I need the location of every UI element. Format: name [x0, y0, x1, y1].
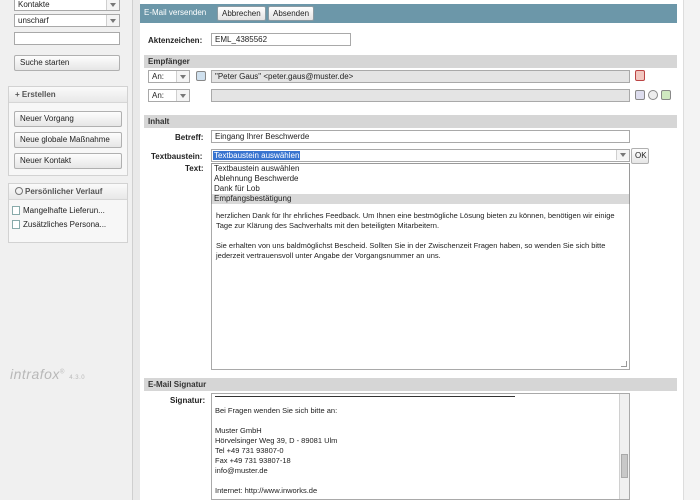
contact-card-icon[interactable] [635, 90, 645, 100]
recipient-type-value: An: [152, 72, 165, 81]
file-number-label: Aktenzeichen: [148, 36, 203, 45]
body-paragraph: Sie erhalten von uns baldmöglichst Besch… [216, 241, 606, 260]
document-icon [12, 220, 20, 229]
signature-label: Signatur: [170, 396, 206, 405]
template-ok-button[interactable]: OK [631, 148, 649, 164]
search-icon[interactable] [648, 90, 658, 100]
filter-mode-value: unscharf [18, 16, 49, 25]
add-recipient-icon[interactable] [661, 90, 671, 100]
recipient-field-empty[interactable] [211, 89, 630, 102]
subject-field[interactable]: Eingang Ihrer Beschwerde [211, 130, 630, 143]
subject-label: Betreff: [175, 133, 204, 142]
chevron-down-icon[interactable] [106, 15, 119, 26]
page-scrollbar[interactable] [683, 0, 700, 500]
chevron-down-icon[interactable] [176, 71, 189, 82]
filter-type-value: Kontakte [18, 0, 50, 9]
new-contact-button[interactable]: Neuer Kontakt [14, 153, 122, 169]
create-header: + Erstellen [9, 87, 127, 103]
signature-textarea[interactable]: Bei Fragen wenden Sie sich bitte an: Mus… [211, 393, 630, 500]
send-button[interactable]: Absenden [268, 6, 315, 21]
recipient-field[interactable]: "Peter Gaus" <peter.gaus@muster.de> [211, 70, 630, 83]
chevron-down-icon[interactable] [176, 90, 189, 101]
recipient-type-select[interactable]: An: [148, 89, 190, 102]
template-selected-value: Textbaustein auswählen [213, 151, 301, 160]
filter-type-select[interactable]: Kontakte [14, 0, 120, 11]
logo-text: intrafox [10, 366, 60, 382]
signature-line: Tel +49 731 93807-0 [215, 446, 284, 455]
history-title: Persönlicher Verlauf [25, 187, 103, 196]
history-item[interactable]: Zusätzliches Persona... [12, 220, 107, 229]
template-dropdown-list: Textbaustein auswählen Ablehnung Beschwe… [211, 163, 630, 204]
chevron-down-icon[interactable] [616, 150, 629, 160]
recipients-header: Empfänger [144, 55, 677, 68]
new-global-measure-button[interactable]: Neue globale Maßnahme [14, 132, 122, 148]
file-number-field[interactable]: EML_4385562 [211, 33, 351, 46]
address-book-icon[interactable] [196, 71, 206, 81]
chevron-down-icon[interactable] [106, 0, 119, 10]
scrollbar-thumb[interactable] [621, 454, 628, 478]
signature-scrollbar[interactable] [619, 394, 629, 499]
signature-line: Hörvelsinger Weg 39, D - 89081 Ulm [215, 436, 338, 445]
signature-line: Muster GmbH [215, 426, 262, 435]
history-panel: Persönlicher Verlauf Mangelhafte Lieferu… [8, 183, 128, 243]
history-item-label: Zusätzliches Persona... [23, 220, 107, 229]
clock-icon [15, 187, 23, 195]
signature-line: Bei Fragen wenden Sie sich bitte an: [215, 406, 338, 415]
recipient-type-value: An: [152, 91, 165, 100]
history-item[interactable]: Mangelhafte Lieferun... [12, 206, 105, 215]
toolbar-title: E-Mail versenden [144, 8, 207, 17]
email-toolbar: E-Mail versenden Abbrechen Absenden [140, 4, 677, 23]
signature-line: info@muster.de [215, 466, 268, 475]
search-button[interactable]: Suche starten [14, 55, 120, 71]
recipient-type-select[interactable]: An: [148, 70, 190, 83]
template-option[interactable]: Textbaustein auswählen [212, 164, 629, 174]
main-content: E-Mail versenden Abbrechen Absenden Akte… [140, 0, 700, 500]
signature-header: E-Mail Signatur [144, 378, 677, 391]
template-option[interactable]: Dank für Lob [212, 184, 629, 194]
cancel-button[interactable]: Abbrechen [217, 6, 266, 21]
text-label: Text: [185, 164, 204, 173]
delete-recipient-icon[interactable] [635, 70, 645, 81]
template-option[interactable]: Ablehnung Beschwerde [212, 174, 629, 184]
intrafox-logo: intrafox® 4.3.0 [10, 366, 86, 382]
history-header: Persönlicher Verlauf [9, 184, 127, 200]
resize-handle-icon[interactable] [621, 361, 627, 367]
signature-line: Internet: http://www.inworks.de [215, 486, 318, 495]
new-case-button[interactable]: Neuer Vorgang [14, 111, 122, 127]
sidebar: Kontakte unscharf Suche starten + Erstel… [0, 0, 133, 500]
template-label: Textbaustein: [151, 152, 203, 161]
signature-divider [215, 396, 515, 397]
logo-version: 4.3.0 [69, 375, 86, 381]
filter-mode-select[interactable]: unscharf [14, 14, 120, 27]
document-icon [12, 206, 20, 215]
template-dropdown-toggle[interactable] [616, 150, 629, 161]
content-header: Inhalt [144, 115, 677, 128]
template-option-highlighted[interactable]: Empfangsbestätigung [212, 194, 629, 204]
history-item-label: Mangelhafte Lieferun... [23, 206, 105, 215]
create-panel: + Erstellen Neuer Vorgang Neue globale M… [8, 86, 128, 176]
search-input[interactable] [14, 32, 120, 45]
template-select[interactable]: Textbaustein auswählen [211, 149, 630, 162]
signature-line: Fax +49 731 93807-18 [215, 456, 291, 465]
body-paragraph: herzlichen Dank für Ihr ehrliches Feedba… [216, 211, 615, 230]
